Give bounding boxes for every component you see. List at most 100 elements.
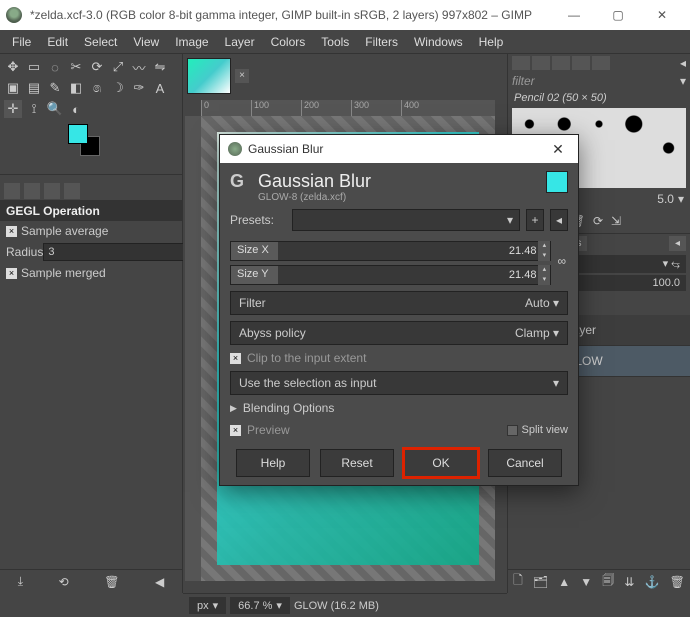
vertical-ruler[interactable] <box>185 116 201 581</box>
clip-extent-checkbox[interactable]: × <box>230 353 241 364</box>
color-swatches[interactable] <box>68 124 178 164</box>
use-selection-combo[interactable]: Use the selection as input ▾ <box>230 371 568 395</box>
size-y-value[interactable]: 21.48 <box>492 269 538 281</box>
menu-image[interactable]: Image <box>167 32 216 52</box>
brush-filter-input[interactable]: filter <box>512 74 680 88</box>
reset-tool-preset-icon[interactable]: ◀ <box>155 575 164 589</box>
zoom-selector[interactable]: 66.7 % ▾ <box>230 597 290 614</box>
menu-file[interactable]: File <box>4 32 39 52</box>
split-view-checkbox[interactable] <box>507 425 518 436</box>
history-tab-icon[interactable] <box>572 56 590 70</box>
presets-combo[interactable]: ▾ <box>292 209 520 231</box>
minimize-button[interactable]: — <box>552 0 596 30</box>
dialog-close-icon[interactable]: ✕ <box>546 141 570 158</box>
new-layer-icon[interactable]: 🗋 <box>513 571 523 592</box>
merge-down-icon[interactable]: ⇊ <box>624 575 634 589</box>
chevron-down-icon[interactable]: ▾ <box>680 74 686 88</box>
menu-tools[interactable]: Tools <box>313 32 357 52</box>
lower-layer-icon[interactable]: ▼ <box>580 575 592 589</box>
new-group-icon[interactable]: 🗂 <box>533 575 548 589</box>
delete-layer-icon[interactable]: 🗑 <box>670 575 685 589</box>
open-as-image-icon[interactable]: ⇲ <box>611 214 621 228</box>
tool-options-tab-icon[interactable] <box>4 183 20 199</box>
preview-checkbox[interactable]: × <box>230 425 241 436</box>
size-x-value[interactable]: 21.48 <box>492 245 538 257</box>
rotate-tool-icon[interactable]: ⟳ <box>88 58 106 76</box>
menu-edit[interactable]: Edit <box>39 32 76 52</box>
gegl-tool-icon[interactable]: ◐ <box>67 100 85 118</box>
warp-tool-icon[interactable]: 〰 <box>130 58 148 76</box>
chain-link-icon[interactable]: ∞ <box>555 254 568 268</box>
close-button[interactable]: ✕ <box>640 0 684 30</box>
free-select-tool-icon[interactable]: ◌ <box>46 58 64 76</box>
blending-options-expander[interactable]: ▶ Blending Options <box>230 401 568 415</box>
zoom-tool-icon[interactable]: 🔍 <box>46 100 64 118</box>
cancel-button[interactable]: Cancel <box>488 449 562 477</box>
flip-tool-icon[interactable]: ⇋ <box>151 58 169 76</box>
text-tool-icon[interactable]: A <box>151 79 169 97</box>
unit-selector[interactable]: px ▾ <box>189 597 226 614</box>
preview-color-swatch <box>546 171 568 193</box>
raise-layer-icon[interactable]: ▲ <box>558 575 570 589</box>
clone-tool-icon[interactable]: ෧ <box>88 79 106 97</box>
scale-tool-icon[interactable]: ⤢ <box>109 58 127 76</box>
size-y-slider[interactable]: Size Y 21.48 ▴▾ <box>230 265 551 285</box>
filter-combo[interactable]: Filter Auto ▾ <box>230 291 568 315</box>
undo-history-tab-icon[interactable] <box>44 183 60 199</box>
dialog-titlebar[interactable]: Gaussian Blur ✕ <box>220 135 578 163</box>
patterns-tab-icon[interactable] <box>532 56 550 70</box>
size-x-spin-down[interactable]: ▾ <box>538 251 550 261</box>
pencil-tool-icon[interactable]: ✎ <box>46 79 64 97</box>
reset-button[interactable]: Reset <box>320 449 394 477</box>
images-tab-icon[interactable] <box>64 183 80 199</box>
delete-tool-preset-icon[interactable]: 🗑 <box>104 575 119 589</box>
smudge-tool-icon[interactable]: ☽ <box>109 79 127 97</box>
brushes-tab-icon[interactable] <box>512 56 530 70</box>
size-x-slider[interactable]: Size X 21.48 ▴▾ <box>230 241 551 261</box>
duplicate-layer-icon[interactable]: 🗐 <box>602 571 614 592</box>
device-status-tab-icon[interactable] <box>24 183 40 199</box>
add-preset-button[interactable]: + <box>526 209 544 231</box>
horizontal-ruler[interactable]: 0 100 200 300 400 <box>201 100 495 116</box>
ok-button[interactable]: OK <box>404 449 478 477</box>
menu-view[interactable]: View <box>125 32 167 52</box>
save-tool-preset-icon[interactable]: ⤓ <box>18 574 23 589</box>
bucket-tool-icon[interactable]: ▣ <box>4 79 22 97</box>
refresh-brush-icon[interactable]: ⟳ <box>593 214 603 228</box>
crop-tool-icon[interactable]: ✂ <box>67 58 85 76</box>
radius-input[interactable] <box>43 243 195 261</box>
menu-select[interactable]: Select <box>76 32 125 52</box>
help-button[interactable]: Help <box>236 449 310 477</box>
eraser-tool-icon[interactable]: ◧ <box>67 79 85 97</box>
menu-windows[interactable]: Windows <box>406 32 471 52</box>
fonts-tab-icon[interactable] <box>552 56 570 70</box>
spacing-value[interactable]: 5.0 <box>657 192 674 206</box>
rect-select-tool-icon[interactable]: ▭ <box>25 58 43 76</box>
abyss-policy-combo[interactable]: Abyss policy Clamp ▾ <box>230 321 568 345</box>
restore-tool-preset-icon[interactable]: ⟲ <box>59 575 69 589</box>
fg-color-swatch[interactable] <box>68 124 88 144</box>
size-y-spin-down[interactable]: ▾ <box>538 275 550 285</box>
measure-tool-icon[interactable]: ⟟ <box>25 100 43 118</box>
maximize-button[interactable]: ▢ <box>596 0 640 30</box>
menu-help[interactable]: Help <box>471 32 512 52</box>
dock-menu-icon[interactable]: ◂ <box>680 56 686 70</box>
gradient-tool-icon[interactable]: ▤ <box>25 79 43 97</box>
size-y-spin-up[interactable]: ▴ <box>538 265 550 275</box>
size-x-spin-up[interactable]: ▴ <box>538 241 550 251</box>
sample-merged-checkbox[interactable]: × <box>6 268 17 279</box>
image-tab[interactable]: × <box>187 58 249 94</box>
menu-layer[interactable]: Layer <box>217 32 263 52</box>
color-picker-tool-icon[interactable]: ✛ <box>4 100 22 118</box>
path-tool-icon[interactable]: ✑ <box>130 79 148 97</box>
move-tool-icon[interactable]: ✥ <box>4 58 22 76</box>
anchor-layer-icon[interactable]: ⚓ <box>645 575 660 589</box>
sample-average-checkbox[interactable]: × <box>6 226 17 237</box>
menu-colors[interactable]: Colors <box>263 32 314 52</box>
manage-preset-button[interactable]: ◂ <box>550 209 568 231</box>
paint-dynamics-tab-icon[interactable] <box>592 56 610 70</box>
chevron-down-icon[interactable]: ▾ <box>678 192 684 206</box>
menu-filters[interactable]: Filters <box>357 32 406 52</box>
image-tab-close-icon[interactable]: × <box>235 69 249 83</box>
dock-menu-icon[interactable]: ◂ <box>669 236 686 251</box>
